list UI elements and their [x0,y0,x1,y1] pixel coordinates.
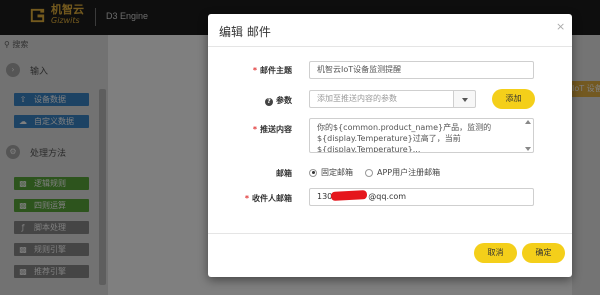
redaction-mark [330,190,368,201]
add-param-button[interactable]: 添加 [492,89,535,109]
required-marker: * [252,125,257,134]
subject-label: * 邮件主题 [252,66,292,75]
required-marker: * [244,194,249,203]
radio-label: APP用户注册邮箱 [377,168,441,177]
params-select[interactable]: 添加至推送内容的参数 [309,90,454,108]
close-icon[interactable]: × [556,20,565,33]
radio-fixed-mailbox[interactable] [309,168,317,177]
dialog-title: 编辑 邮件 [219,25,271,39]
mailbox-radio-group: 固定邮箱 APP用户注册邮箱 [309,167,440,178]
dialog-header: 编辑 邮件 × [208,14,572,47]
push-content-textarea[interactable]: 你的${common.product_name}产品，监测的${display.… [309,118,534,153]
cancel-button[interactable]: 取消 [474,243,517,263]
params-label: ? 参数 [209,95,292,106]
required-marker: * [252,66,257,75]
caret-down-icon [462,98,468,102]
textarea-scrollbar[interactable] [524,120,531,151]
confirm-button[interactable]: 确定 [522,243,565,263]
scroll-up-icon [525,120,531,124]
scroll-down-icon [525,147,531,151]
radio-label: 固定邮箱 [321,168,353,177]
content-label: * 推送内容 [252,125,292,134]
subject-input[interactable]: 机智云IoT设备监测提醒 [309,61,534,79]
params-dropdown-button[interactable] [453,90,476,108]
help-icon: ? [265,98,273,106]
radio-app-user-mailbox[interactable] [365,168,373,177]
recipient-label: * 收件人邮箱 [244,194,292,203]
mailbox-label: 邮箱 [276,169,292,178]
dialog-footer-divider [208,233,572,234]
